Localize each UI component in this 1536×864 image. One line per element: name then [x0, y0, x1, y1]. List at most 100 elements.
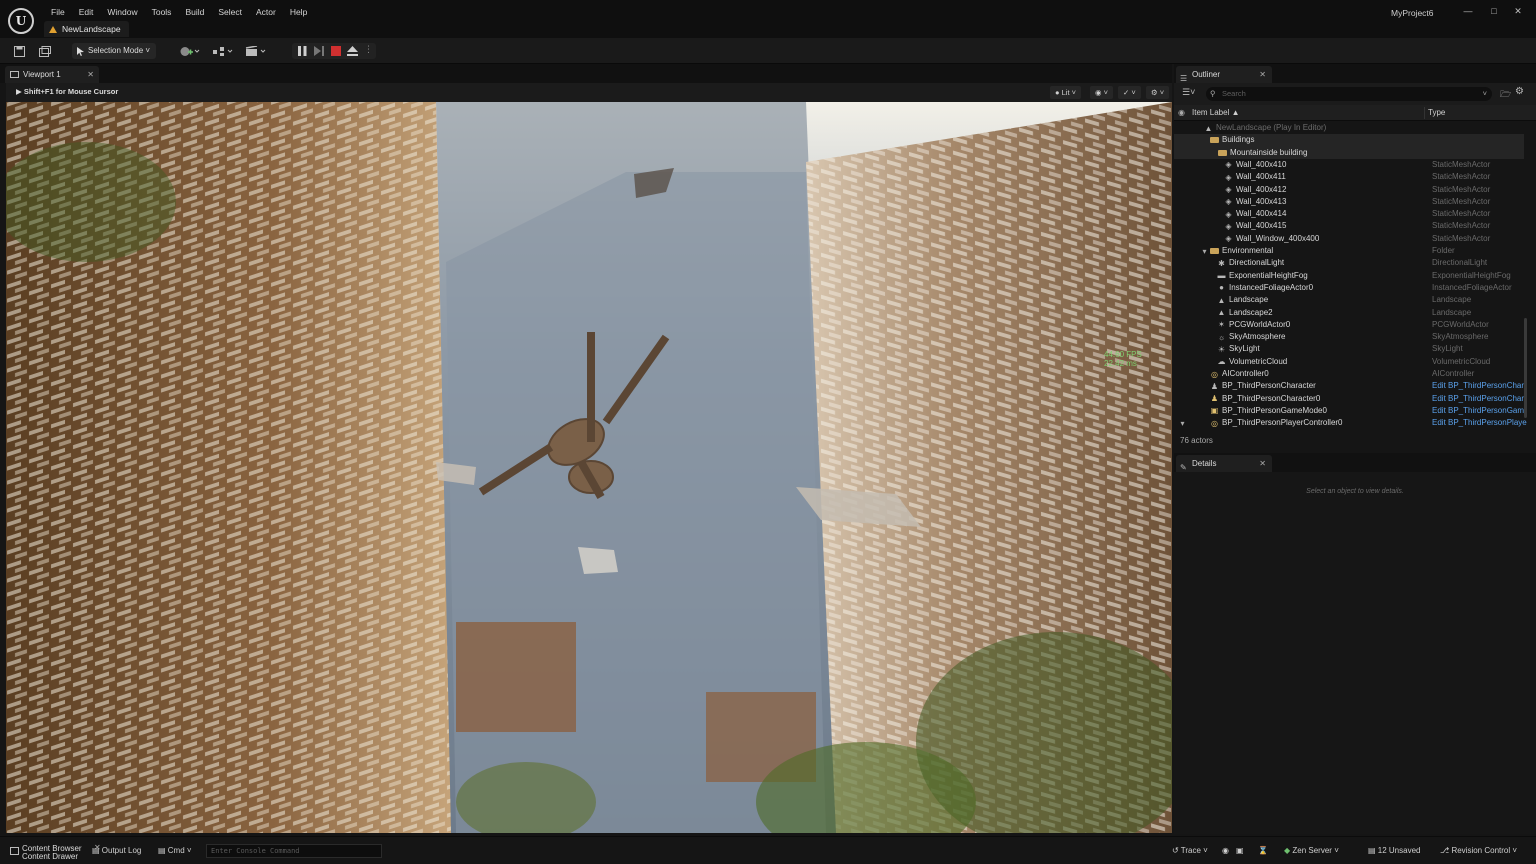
- outliner-tree: ▲ NewLandscape (Play In Editor) Building…: [1174, 122, 1536, 431]
- filter-icon[interactable]: ☰˅: [1182, 87, 1195, 98]
- tree-row-actor[interactable]: ♟ BP_ThirdPersonCharacter Edit BP_ThirdP…: [1174, 380, 1524, 392]
- static-mesh-icon: ◈: [1225, 221, 1232, 231]
- visibility-eye-icon[interactable]: ◉: [1178, 105, 1185, 121]
- tree-row-folder[interactable]: Mountainside building: [1174, 146, 1524, 159]
- row-type: StaticMeshActor: [1432, 184, 1491, 194]
- cinematics-icon[interactable]: [244, 43, 268, 59]
- eject-icon[interactable]: [347, 46, 358, 56]
- menu-edit[interactable]: Edit: [72, 6, 101, 18]
- row-type: StaticMeshActor: [1432, 221, 1491, 231]
- row-type: StaticMeshActor: [1432, 159, 1491, 169]
- viewport-tab-bar: Viewport 1 ✕: [0, 64, 1172, 83]
- unsaved-button[interactable]: ▤ 12 Unsaved: [1368, 837, 1420, 864]
- tree-row-actor[interactable]: ◈ Wall_400x415 StaticMeshActor: [1174, 220, 1524, 232]
- outliner-search-input[interactable]: ⚲ Search ˅: [1206, 87, 1492, 101]
- outliner-tab[interactable]: ☰ Outliner ✕: [1176, 66, 1272, 83]
- tree-row-actor[interactable]: ☁ VolumetricCloud VolumetricCloud: [1174, 356, 1524, 368]
- content-browser-button[interactable]: Content Browser Content Drawer ✕: [6, 841, 101, 861]
- tree-row-actor[interactable]: ▲ Landscape Landscape: [1174, 294, 1524, 306]
- row-type: StaticMeshActor: [1432, 233, 1491, 243]
- realtime-icon[interactable]: ✓ ˅: [1118, 86, 1141, 99]
- viewport-settings-icon[interactable]: ⚙ ˅: [1146, 86, 1170, 99]
- column-item-label[interactable]: Item Label ▲: [1192, 105, 1240, 121]
- menu-help[interactable]: Help: [283, 6, 314, 18]
- tree-row-actor[interactable]: ◈ Wall_400x414 StaticMeshActor: [1174, 208, 1524, 220]
- cmd-dropdown[interactable]: ▤ Cmd ˅: [158, 837, 192, 864]
- tree-row-actor[interactable]: ● InstancedFoliageActor0 InstancedFoliag…: [1174, 282, 1524, 294]
- menu-file[interactable]: File: [44, 6, 72, 18]
- viewport-scene[interactable]: 44.60 FPS 22.42 ms: [6, 102, 1172, 833]
- chevron-down-icon[interactable]: ▾: [1200, 247, 1209, 256]
- tree-row-actor[interactable]: ☼ SkyAtmosphere SkyAtmosphere: [1174, 331, 1524, 343]
- close-icon[interactable]: ✕: [87, 66, 94, 83]
- console-input[interactable]: Enter Console Command: [206, 844, 382, 858]
- viewport-tab[interactable]: Viewport 1 ✕: [5, 66, 99, 83]
- zen-server-dropdown[interactable]: ◆ Zen Server ˅: [1284, 837, 1339, 864]
- close-icon[interactable]: ✕: [1259, 455, 1266, 472]
- stop-icon[interactable]: [331, 46, 341, 56]
- minimize-icon[interactable]: —: [1462, 5, 1474, 17]
- tree-row-actor[interactable]: ◈ Wall_400x413 StaticMeshActor: [1174, 196, 1524, 208]
- menu-window[interactable]: Window: [100, 6, 144, 18]
- tree-row-actor[interactable]: ▣ BP_ThirdPersonGameMode0 Edit BP_ThirdP…: [1174, 405, 1524, 417]
- tree-row-actor[interactable]: ◎ AIController0 AIController: [1174, 368, 1524, 380]
- view-mode-dropdown[interactable]: ● Lit ˅: [1050, 86, 1082, 99]
- show-flags-icon[interactable]: ◉ ˅: [1090, 86, 1114, 99]
- camera-icon[interactable]: ▣: [1236, 837, 1244, 864]
- hourglass-icon[interactable]: ⌛: [1258, 837, 1268, 864]
- menu-build[interactable]: Build: [178, 6, 211, 18]
- content-drawer-icon: [10, 847, 19, 855]
- close-icon[interactable]: ✕: [1259, 66, 1266, 83]
- content-browser-icon[interactable]: [38, 43, 52, 59]
- tree-row-actor[interactable]: ▾ ◎ BP_ThirdPersonPlayerController0 Edit…: [1174, 417, 1527, 429]
- details-tab[interactable]: ✎ Details ✕: [1176, 455, 1272, 472]
- tree-row-actor[interactable]: ◈ Wall_400x412 StaticMeshActor: [1174, 184, 1524, 196]
- record-icon[interactable]: ◉: [1222, 837, 1229, 864]
- add-actor-icon[interactable]: [178, 43, 202, 59]
- chevron-down-icon[interactable]: ˅: [1483, 87, 1487, 101]
- revision-control-dropdown[interactable]: ⎇ Revision Control ˅: [1440, 837, 1517, 864]
- add-folder-icon[interactable]: 🗁: [1500, 87, 1511, 103]
- row-type-link[interactable]: Edit BP_ThirdPersonPlaye: [1432, 417, 1527, 429]
- save-icon[interactable]: [12, 43, 26, 59]
- folder-icon: [1210, 137, 1219, 144]
- menu-tools[interactable]: Tools: [145, 6, 179, 18]
- tree-row-actor[interactable]: ✶ PCGWorldActor0 PCGWorldActor: [1174, 319, 1524, 331]
- frame-skip-icon[interactable]: [314, 46, 324, 56]
- tree-row-root[interactable]: ▲ NewLandscape (Play In Editor): [1174, 122, 1524, 134]
- column-divider[interactable]: [1424, 107, 1425, 119]
- level-icon: [49, 26, 57, 33]
- column-type[interactable]: Type: [1428, 105, 1445, 121]
- character-icon: ♟: [1210, 381, 1219, 391]
- trace-dropdown[interactable]: ↺ Trace ˅: [1172, 837, 1208, 864]
- tree-row-actor[interactable]: ☀ SkyLight SkyLight: [1174, 343, 1524, 355]
- tree-row-actor[interactable]: ◈ Wall_400x411 StaticMeshActor: [1174, 171, 1524, 183]
- selection-mode-dropdown[interactable]: Selection Mode ˅: [72, 43, 157, 59]
- row-type-link[interactable]: Edit BP_ThirdPersonGam: [1432, 405, 1524, 417]
- tree-row-actor[interactable]: ♟ BP_ThirdPersonCharacter0 Edit BP_Third…: [1174, 393, 1524, 405]
- settings-gear-icon[interactable]: ⚙: [1515, 86, 1524, 97]
- tree-row-actor[interactable]: ✱ DirectionalLight DirectionalLight: [1174, 257, 1524, 269]
- row-type: StaticMeshActor: [1432, 172, 1491, 182]
- blueprint-icon[interactable]: [211, 43, 235, 59]
- document-tab[interactable]: NewLandscape: [44, 21, 129, 37]
- chevron-down-icon[interactable]: ▾: [1178, 419, 1187, 428]
- tree-row-folder[interactable]: ▾ Environmental Folder: [1174, 245, 1524, 257]
- more-options-icon[interactable]: ⋮: [364, 44, 373, 55]
- menu-actor[interactable]: Actor: [249, 6, 283, 18]
- pause-icon[interactable]: [298, 46, 307, 56]
- tree-row-actor[interactable]: ▲ Landscape2 Landscape: [1174, 307, 1524, 319]
- outliner-scrollbar[interactable]: [1524, 318, 1527, 418]
- tree-row-actor[interactable]: ▬ ExponentialHeightFog ExponentialHeight…: [1174, 270, 1524, 282]
- row-type-link[interactable]: Edit BP_ThirdPersonChar: [1432, 380, 1524, 392]
- tree-row-folder[interactable]: Buildings: [1174, 134, 1524, 147]
- maximize-icon[interactable]: □: [1488, 5, 1500, 17]
- unreal-logo-icon[interactable]: U: [8, 8, 34, 34]
- row-type-link[interactable]: Edit BP_ThirdPersonChar: [1432, 393, 1524, 405]
- row-label: Wall_400x415: [1236, 221, 1287, 231]
- tree-row-actor[interactable]: ◈ Wall_Window_400x400 StaticMeshActor: [1174, 233, 1524, 245]
- output-log-button[interactable]: ▤ Output Log: [92, 837, 141, 864]
- menu-select[interactable]: Select: [211, 6, 249, 18]
- close-window-icon[interactable]: ✕: [1512, 5, 1524, 17]
- tree-row-actor[interactable]: ◈ Wall_400x410 StaticMeshActor: [1174, 159, 1524, 171]
